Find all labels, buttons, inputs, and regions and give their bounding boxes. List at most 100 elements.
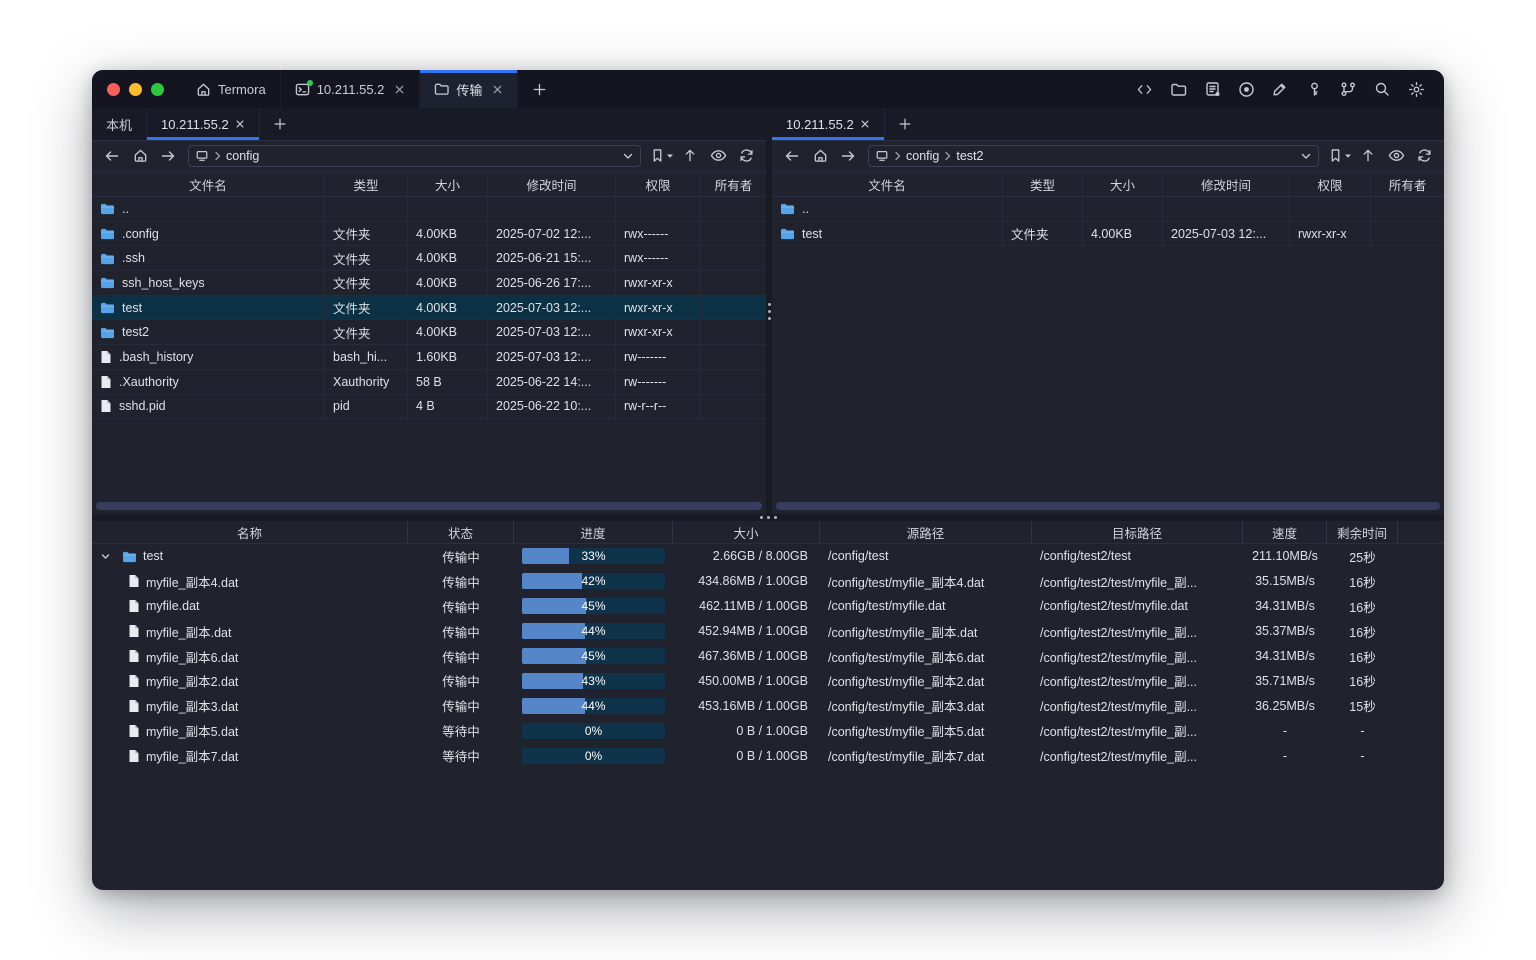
close-tab-icon[interactable]	[860, 119, 870, 129]
path-segment[interactable]: test2	[956, 149, 983, 163]
column-header[interactable]: 所有者	[701, 173, 766, 196]
path-breadcrumb-input[interactable]: config	[188, 145, 641, 167]
column-header[interactable]: 目标路径	[1032, 521, 1243, 543]
transfer-item-name: myfile.dat	[146, 599, 200, 613]
back-button[interactable]	[100, 145, 124, 167]
chevron-down-icon[interactable]	[100, 551, 116, 562]
transfer-row[interactable]: myfile_副本2.dat传输中43%450.00MB / 1.00GB/co…	[92, 668, 1444, 693]
column-header[interactable]: 进度	[514, 521, 673, 543]
column-header[interactable]: 修改时间	[1163, 173, 1290, 196]
column-header[interactable]: 权限	[1290, 173, 1371, 196]
record-icon[interactable]	[1234, 77, 1258, 101]
parent-directory-button[interactable]	[678, 145, 702, 167]
tab-label: 10.211.55.2	[161, 117, 229, 132]
file-row[interactable]: sshd.pidpid4 B2025-06-22 10:...rw-r--r--	[92, 395, 766, 420]
show-hidden-files-button[interactable]	[1384, 145, 1408, 167]
file-cell-owner	[1371, 222, 1444, 246]
transfer-row[interactable]: test传输中33%2.66GB / 8.00GB/config/test/co…	[92, 544, 1444, 569]
horizontal-scrollbar[interactable]	[96, 502, 762, 510]
column-header[interactable]: 类型	[1003, 173, 1083, 196]
tab-remote-session[interactable]: 10.211.55.2	[772, 108, 885, 140]
tab-remote-session[interactable]: 10.211.55.2	[147, 108, 260, 140]
folder-icon[interactable]	[1166, 77, 1190, 101]
chevron-down-icon[interactable]	[622, 150, 634, 162]
forward-button[interactable]	[156, 145, 180, 167]
tab-local[interactable]: 本机	[92, 108, 147, 140]
refresh-button[interactable]	[734, 145, 758, 167]
column-header[interactable]: 速度	[1243, 521, 1327, 543]
folder-icon	[434, 82, 449, 96]
transfer-row[interactable]: myfile.dat传输中45%462.11MB / 1.00GB/config…	[92, 594, 1444, 619]
close-window-button[interactable]	[107, 83, 120, 96]
chevron-down-icon[interactable]	[1300, 150, 1312, 162]
transfer-row[interactable]: myfile_副本3.dat传输中44%453.16MB / 1.00GB/co…	[92, 693, 1444, 718]
new-window-tab-button[interactable]	[518, 70, 561, 108]
file-row[interactable]: ..	[772, 197, 1444, 222]
transfer-row[interactable]: myfile_副本4.dat传输中42%434.86MB / 1.00GB/co…	[92, 569, 1444, 594]
tab-transfer[interactable]: 传输	[420, 70, 518, 108]
show-hidden-files-button[interactable]	[706, 145, 730, 167]
forward-button[interactable]	[836, 145, 860, 167]
column-header[interactable]: 大小	[408, 173, 488, 196]
file-row[interactable]: test文件夹4.00KB2025-07-03 12:...rwxr-xr-x	[772, 222, 1444, 247]
close-tab-icon[interactable]	[492, 84, 503, 95]
code-icon[interactable]	[1132, 77, 1156, 101]
column-header[interactable]: 名称	[92, 521, 408, 543]
file-row[interactable]: .ssh文件夹4.00KB2025-06-21 15:...rwx------	[92, 246, 766, 271]
back-button[interactable]	[780, 145, 804, 167]
file-row[interactable]: test文件夹4.00KB2025-07-03 12:...rwxr-xr-x	[92, 296, 766, 321]
home-button[interactable]	[128, 145, 152, 167]
log-icon[interactable]	[1200, 77, 1224, 101]
settings-icon[interactable]	[1404, 77, 1428, 101]
port-icon[interactable]	[1336, 77, 1360, 101]
bookmark-button[interactable]	[1329, 148, 1352, 163]
column-header[interactable]: 文件名	[772, 173, 1003, 196]
horizontal-splitter[interactable]	[92, 514, 1444, 521]
minimize-window-button[interactable]	[129, 83, 142, 96]
close-tab-icon[interactable]	[235, 119, 245, 129]
file-row[interactable]: test2文件夹4.00KB2025-07-03 12:...rwxr-xr-x	[92, 320, 766, 345]
file-row[interactable]: .XauthorityXauthority58 B2025-06-22 14:.…	[92, 370, 766, 395]
tab-session-10-211-55-2[interactable]: 10.211.55.2	[281, 70, 421, 108]
home-button[interactable]	[808, 145, 832, 167]
transfer-cell-progress: 33%	[514, 544, 673, 569]
column-header[interactable]: 修改时间	[488, 173, 616, 196]
column-header[interactable]: 状态	[408, 521, 514, 543]
column-header[interactable]: 所有者	[1371, 173, 1444, 196]
path-segment[interactable]: config	[226, 149, 259, 163]
path-segment[interactable]: config	[906, 149, 939, 163]
transfer-row[interactable]: myfile_副本.dat传输中44%452.94MB / 1.00GB/con…	[92, 619, 1444, 644]
transfer-cell-status: 传输中	[408, 693, 514, 718]
new-panel-tab-button[interactable]	[885, 108, 925, 140]
transfer-cell-gutter	[1398, 668, 1444, 693]
file-row[interactable]: .bash_historybash_hi...1.60KB2025-07-03 …	[92, 345, 766, 370]
new-panel-tab-button[interactable]	[260, 108, 300, 140]
column-header[interactable]	[1398, 521, 1444, 543]
search-icon[interactable]	[1370, 77, 1394, 101]
edit-icon[interactable]	[1268, 77, 1292, 101]
close-tab-icon[interactable]	[394, 84, 405, 95]
column-header[interactable]: 文件名	[92, 173, 325, 196]
path-breadcrumb-input[interactable]: config test2	[868, 145, 1319, 167]
column-header[interactable]: 类型	[325, 173, 408, 196]
column-header[interactable]: 剩余时间	[1327, 521, 1398, 543]
transfer-cell-source-path: /config/test	[820, 544, 1032, 569]
key-icon[interactable]	[1302, 77, 1326, 101]
transfer-cell-source-path: /config/test/myfile_副本.dat	[820, 619, 1032, 644]
file-row[interactable]: .config文件夹4.00KB2025-07-02 12:...rwx----…	[92, 222, 766, 247]
file-row[interactable]: ssh_host_keys文件夹4.00KB2025-06-26 17:...r…	[92, 271, 766, 296]
zoom-window-button[interactable]	[151, 83, 164, 96]
tab-termora-home[interactable]: Termora	[182, 70, 281, 108]
column-header[interactable]: 权限	[616, 173, 701, 196]
column-header[interactable]: 源路径	[820, 521, 1032, 543]
file-row[interactable]: ..	[92, 197, 766, 222]
parent-directory-button[interactable]	[1356, 145, 1380, 167]
column-header[interactable]: 大小	[673, 521, 820, 543]
transfer-row[interactable]: myfile_副本6.dat传输中45%467.36MB / 1.00GB/co…	[92, 644, 1444, 669]
horizontal-scrollbar[interactable]	[776, 502, 1440, 510]
refresh-button[interactable]	[1412, 145, 1436, 167]
transfer-row[interactable]: myfile_副本5.dat等待中0%0 B / 1.00GB/config/t…	[92, 718, 1444, 743]
transfer-row[interactable]: myfile_副本7.dat等待中0%0 B / 1.00GB/config/t…	[92, 743, 1444, 768]
column-header[interactable]: 大小	[1083, 173, 1163, 196]
bookmark-button[interactable]	[651, 148, 674, 163]
